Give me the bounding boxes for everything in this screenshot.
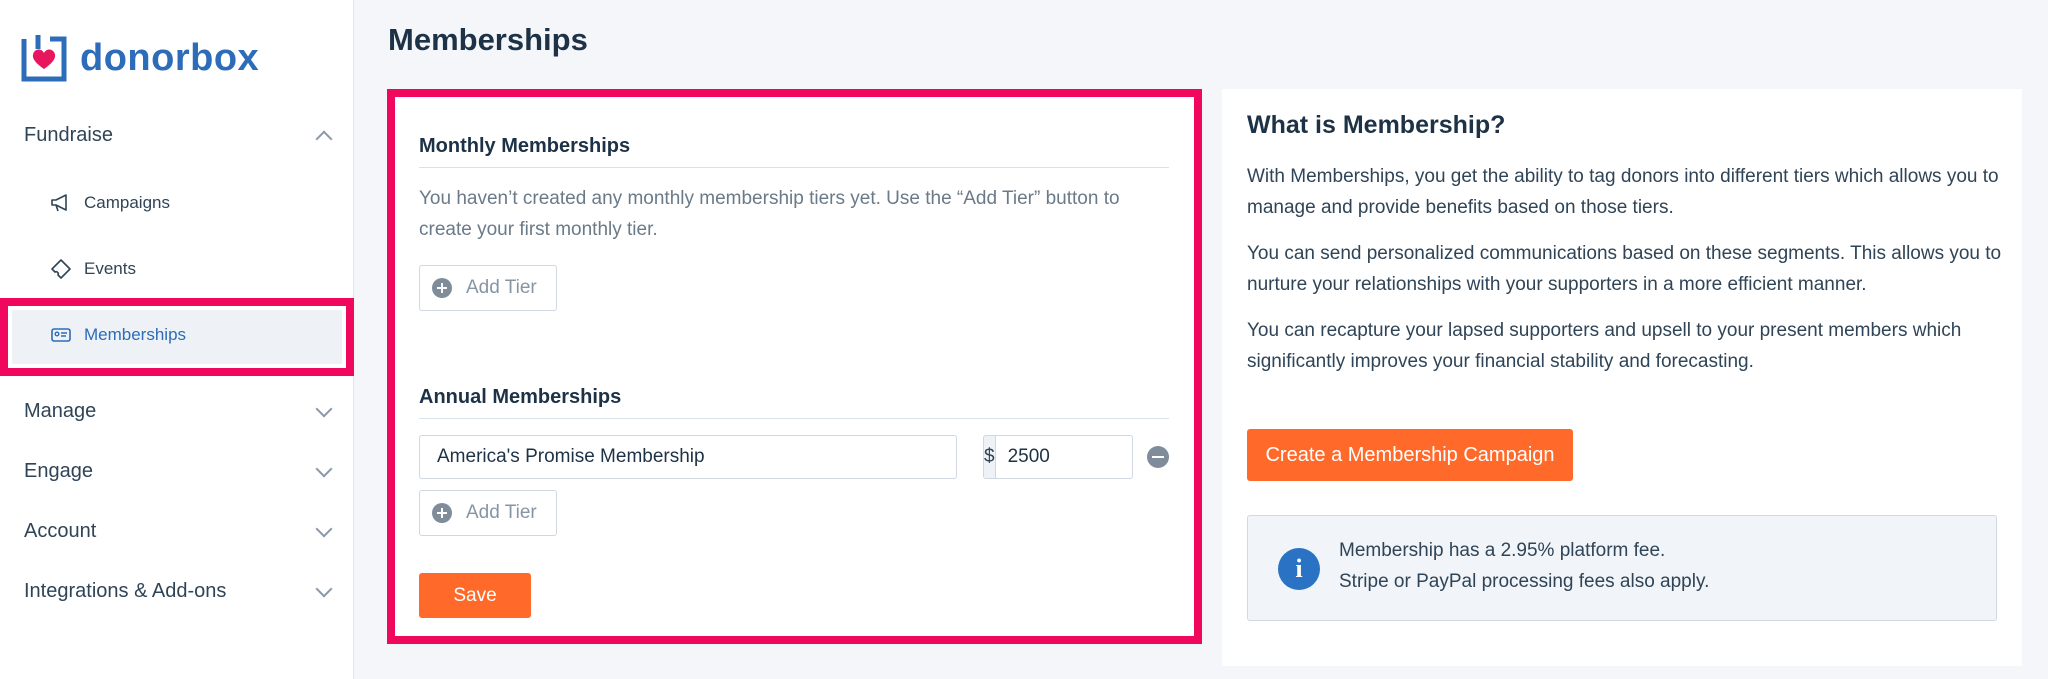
info-paragraph: You can send personalized communications… xyxy=(1247,243,2002,295)
sidebar-item-campaigns[interactable]: Campaigns xyxy=(50,192,170,214)
divider xyxy=(419,167,1169,168)
nav-section-label: Integrations & Add-ons xyxy=(24,580,227,602)
plus-circle-icon xyxy=(432,503,452,523)
nav-section-integrations[interactable]: Integrations & Add-ons xyxy=(24,580,333,603)
sidebar-item-label: Campaigns xyxy=(84,193,170,212)
info-paragraph: You can recapture your lapsed supporters… xyxy=(1247,320,1962,372)
nav-section-account[interactable]: Account xyxy=(24,520,333,543)
fee-notice-line: Stripe or PayPal processing fees also ap… xyxy=(1339,571,1710,592)
currency-prefix: $ xyxy=(984,436,996,478)
nav-section-manage[interactable]: Manage xyxy=(24,400,333,423)
sidebar-item-events[interactable]: Events xyxy=(50,258,136,280)
plus-circle-icon xyxy=(432,278,452,298)
info-icon: i xyxy=(1278,548,1320,590)
sidebar-item-label: Events xyxy=(84,259,136,278)
monthly-empty-text: You haven’t created any monthly membersh… xyxy=(419,188,1120,240)
megaphone-icon xyxy=(50,192,72,214)
memberships-form-card: Monthly Memberships You haven’t created … xyxy=(387,89,1202,644)
chevron-down-icon xyxy=(315,460,333,477)
chevron-down-icon xyxy=(315,520,333,537)
nav-section-label: Engage xyxy=(24,460,93,482)
chevron-down-icon xyxy=(315,580,333,597)
sidebar-item-memberships[interactable]: Memberships xyxy=(50,324,186,346)
membership-card-icon xyxy=(50,324,72,346)
sidebar-item-label: Memberships xyxy=(84,325,187,344)
info-paragraph: With Memberships, you get the ability to… xyxy=(1247,166,1999,218)
page-title: Memberships xyxy=(388,22,588,57)
tier-amount-input[interactable] xyxy=(995,436,1132,478)
ticket-icon xyxy=(50,258,72,280)
sidebar: donorbox Fundraise Campaigns Events Memb… xyxy=(0,0,354,679)
create-membership-campaign-button[interactable]: Create a Membership Campaign xyxy=(1247,429,1573,481)
fee-notice: i Membership has a 2.95% platform fee. S… xyxy=(1247,515,1997,621)
annual-add-tier-button[interactable]: Add Tier xyxy=(419,490,557,536)
add-tier-label: Add Tier xyxy=(466,502,537,523)
nav-section-label: Fundraise xyxy=(24,124,113,146)
info-title: What is Membership? xyxy=(1247,111,1506,139)
chevron-up-icon xyxy=(315,130,333,147)
nav-section-label: Manage xyxy=(24,400,97,422)
nav-section-label: Account xyxy=(24,520,97,542)
annual-memberships-heading: Annual Memberships xyxy=(419,386,622,408)
save-button[interactable]: Save xyxy=(419,573,531,618)
tier-amount-field[interactable]: $ xyxy=(983,435,1133,479)
membership-info-card: What is Membership? With Memberships, yo… xyxy=(1222,89,2022,666)
remove-tier-icon[interactable] xyxy=(1147,446,1169,468)
brand-name: donorbox xyxy=(80,36,260,79)
divider xyxy=(419,418,1169,419)
monthly-add-tier-button[interactable]: Add Tier xyxy=(419,265,557,311)
monthly-memberships-heading: Monthly Memberships xyxy=(419,135,631,157)
fee-notice-line: Membership has a 2.95% platform fee. xyxy=(1339,540,1666,561)
donorbox-logo[interactable]: donorbox xyxy=(20,33,259,83)
add-tier-label: Add Tier xyxy=(466,277,537,298)
chevron-down-icon xyxy=(315,400,333,417)
donorbox-logo-icon xyxy=(20,33,68,83)
nav-section-fundraise[interactable]: Fundraise xyxy=(24,124,333,147)
tier-name-input[interactable] xyxy=(419,435,957,479)
nav-section-engage[interactable]: Engage xyxy=(24,460,333,483)
